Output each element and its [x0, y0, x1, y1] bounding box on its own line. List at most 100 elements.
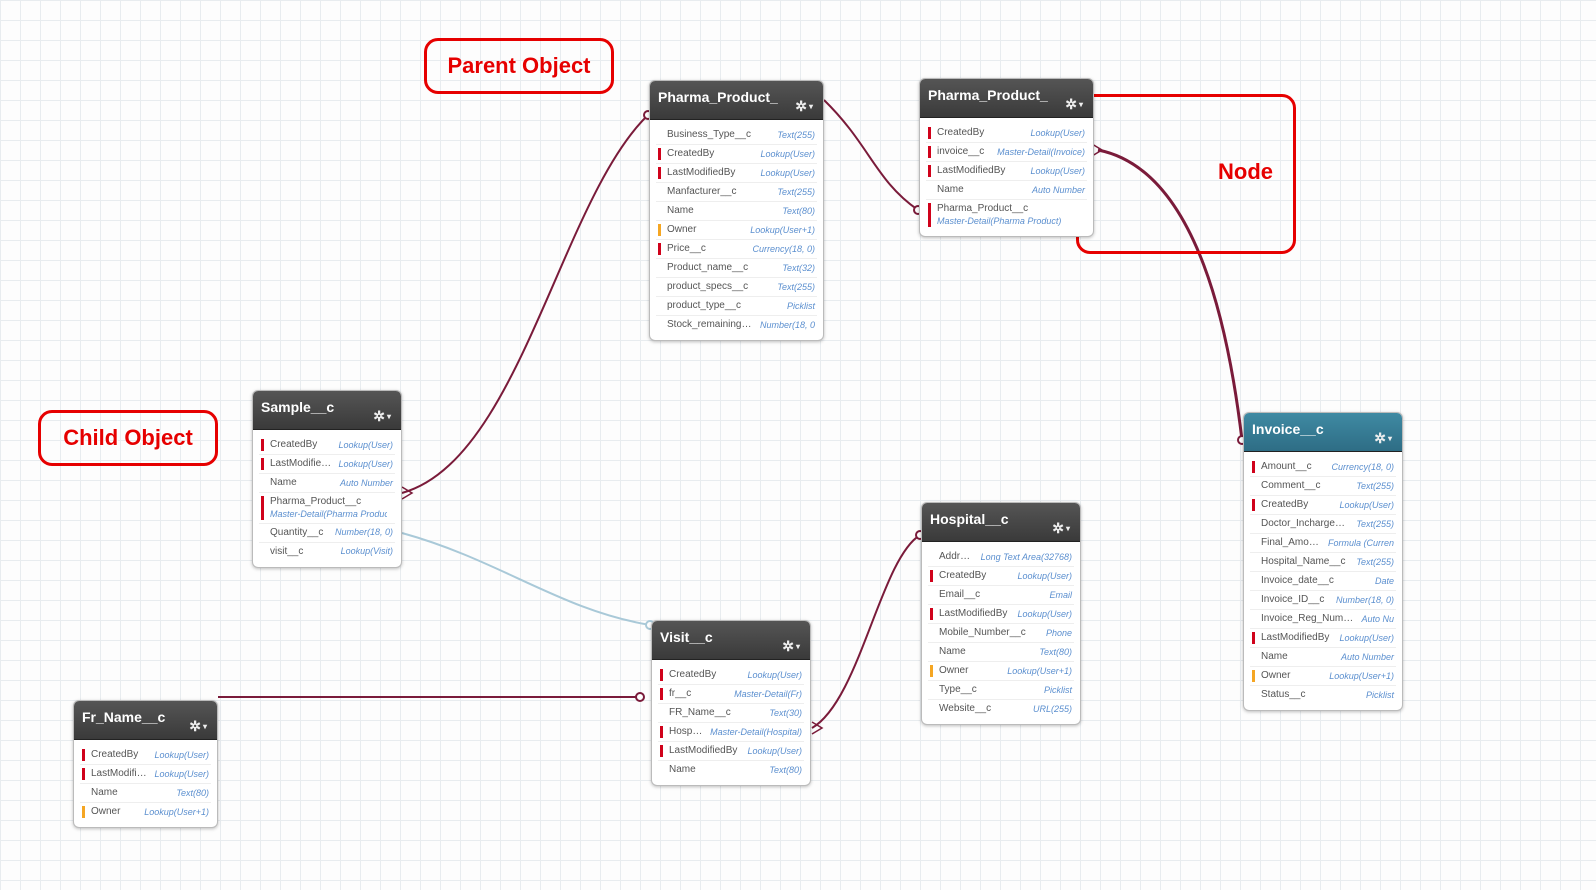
field-name: CreatedBy	[91, 749, 148, 761]
field-type: Lookup(User)	[1339, 500, 1394, 511]
field-row[interactable]: invoice__cMaster-Detail(Invoice)	[926, 143, 1087, 162]
field-name: invoice__c	[937, 146, 991, 158]
field-row[interactable]: CreatedByLookup(User)	[658, 666, 804, 685]
field-row[interactable]: Website__cURL(255)	[928, 700, 1074, 718]
field-row[interactable]: CreatedByLookup(User)	[1250, 496, 1396, 515]
field-row[interactable]: Business_Type__cText(255)	[656, 126, 817, 145]
entity-pharma-product-1[interactable]: Pharma_Product_ ✲▾ Business_Type__cText(…	[649, 80, 824, 341]
chevron-down-icon: ▾	[1066, 524, 1070, 533]
entity-header[interactable]: Pharma_Product_ ✲▾	[920, 79, 1093, 118]
field-flag-bar	[660, 669, 663, 681]
field-row[interactable]: OwnerLookup(User+1)	[1250, 667, 1396, 686]
field-name: LastModifiedBy	[667, 167, 754, 179]
field-row[interactable]: Invoice_Reg_Number__cAuto Nu	[1250, 610, 1396, 629]
field-row[interactable]: NameAuto Number	[259, 474, 395, 493]
field-row[interactable]: CreatedByLookup(User)	[928, 567, 1074, 586]
field-row[interactable]: CreatedByLookup(User)	[926, 124, 1087, 143]
field-flag-bar	[928, 127, 931, 139]
field-row[interactable]: Product_name__cText(32)	[656, 259, 817, 278]
field-row[interactable]: product_specs__cText(255)	[656, 278, 817, 297]
field-row[interactable]: OwnerLookup(User+1)	[928, 662, 1074, 681]
field-row[interactable]: Invoice_date__cDate	[1250, 572, 1396, 591]
entity-visit[interactable]: Visit__c ✲▾ CreatedByLookup(User)fr__cMa…	[651, 620, 811, 786]
field-row[interactable]: LastModifiedByLookup(User)	[259, 455, 395, 474]
field-row[interactable]: visit__cLookup(Visit)	[259, 543, 395, 561]
field-row[interactable]: OwnerLookup(User+1)	[80, 803, 211, 821]
field-row[interactable]: fr__cMaster-Detail(Fr)	[658, 685, 804, 704]
entity-header[interactable]: Visit__c ✲▾	[652, 621, 810, 660]
field-name: LastModifiedBy	[91, 768, 148, 780]
gear-menu[interactable]: ✲▾	[189, 718, 207, 735]
entity-fields: CreatedByLookup(User)fr__cMaster-Detail(…	[652, 660, 810, 785]
gear-menu[interactable]: ✲▾	[782, 638, 800, 655]
field-row[interactable]: Mobile_Number__cPhone	[928, 624, 1074, 643]
entity-hospital[interactable]: Hospital__c ✲▾ Address__cLong Text Area(…	[921, 502, 1081, 725]
field-row[interactable]: Invoice_ID__cNumber(18, 0)	[1250, 591, 1396, 610]
gear-menu[interactable]: ✲▾	[1065, 96, 1083, 113]
callout-parent-object: Parent Object	[424, 38, 614, 94]
field-row[interactable]: LastModifiedByLookup(User)	[926, 162, 1087, 181]
field-type: Auto Number	[340, 478, 393, 489]
field-row[interactable]: Doctor_Incharge__cText(255)	[1250, 515, 1396, 534]
field-row[interactable]: NameText(80)	[658, 761, 804, 779]
field-row[interactable]: Hospital__cMaster-Detail(Hospital)	[658, 723, 804, 742]
field-type: Lookup(User+1)	[750, 225, 815, 236]
gear-icon: ✲	[1065, 96, 1077, 113]
field-row[interactable]: OwnerLookup(User+1)	[656, 221, 817, 240]
field-row[interactable]: Price__cCurrency(18, 0)	[656, 240, 817, 259]
field-flag-bar	[928, 165, 931, 177]
field-row[interactable]: NameAuto Number	[1250, 648, 1396, 667]
field-row[interactable]: NameText(80)	[656, 202, 817, 221]
field-row[interactable]: LastModifiedByLookup(User)	[80, 765, 211, 784]
field-row[interactable]: LastModifiedByLookup(User)	[1250, 629, 1396, 648]
field-row[interactable]: Status__cPicklist	[1250, 686, 1396, 704]
field-row[interactable]: Final_Amount__cFormula (Curren	[1250, 534, 1396, 553]
field-row[interactable]: Hospital_Name__cText(255)	[1250, 553, 1396, 572]
entity-header[interactable]: Pharma_Product_ ✲▾	[650, 81, 823, 120]
field-flag-bar	[261, 527, 264, 539]
callout-child-object: Child Object	[38, 410, 218, 466]
field-row[interactable]: Type__cPicklist	[928, 681, 1074, 700]
field-row[interactable]: LastModifiedByLookup(User)	[656, 164, 817, 183]
gear-menu[interactable]: ✲▾	[795, 98, 813, 115]
entity-header[interactable]: Invoice__c ✲▾	[1244, 413, 1402, 452]
field-name: Owner	[91, 806, 138, 818]
field-row[interactable]: LastModifiedByLookup(User)	[928, 605, 1074, 624]
entity-invoice[interactable]: Invoice__c ✲▾ Amount__cCurrency(18, 0)Co…	[1243, 412, 1403, 711]
field-name: product_specs__c	[667, 281, 771, 293]
entity-fr-name[interactable]: Fr_Name__c ✲▾ CreatedByLookup(User)LastM…	[73, 700, 218, 828]
field-row[interactable]: LastModifiedByLookup(User)	[658, 742, 804, 761]
gear-icon: ✲	[1052, 520, 1064, 537]
entity-header[interactable]: Fr_Name__c ✲▾	[74, 701, 217, 740]
field-row[interactable]: CreatedByLookup(User)	[656, 145, 817, 164]
field-row[interactable]: Stock_remaining__cNumber(18, 0	[656, 316, 817, 334]
gear-menu[interactable]: ✲▾	[1052, 520, 1070, 537]
field-name: product_type__c	[667, 300, 781, 312]
field-row[interactable]: Amount__cCurrency(18, 0)	[1250, 458, 1396, 477]
field-type: Text(80)	[782, 206, 815, 217]
field-type: Auto Number	[1032, 185, 1085, 196]
field-row[interactable]: Pharma_Product__cMaster-Detail(Pharma Pr…	[259, 493, 395, 524]
entity-sample[interactable]: Sample__c ✲▾ CreatedByLookup(User)LastMo…	[252, 390, 402, 568]
field-row[interactable]: Comment__cText(255)	[1250, 477, 1396, 496]
entity-header[interactable]: Sample__c ✲▾	[253, 391, 401, 430]
gear-menu[interactable]: ✲▾	[1374, 430, 1392, 447]
field-flag-bar	[660, 764, 663, 776]
field-flag-bar	[658, 205, 661, 217]
field-name: Type__c	[939, 684, 1038, 696]
field-row[interactable]: product_type__cPicklist	[656, 297, 817, 316]
field-row[interactable]: FR_Name__cText(30)	[658, 704, 804, 723]
gear-menu[interactable]: ✲▾	[373, 408, 391, 425]
field-row[interactable]: NameAuto Number	[926, 181, 1087, 200]
entity-pharma-product-2[interactable]: Pharma_Product_ ✲▾ CreatedByLookup(User)…	[919, 78, 1094, 237]
entity-header[interactable]: Hospital__c ✲▾	[922, 503, 1080, 542]
field-row[interactable]: Email__cEmail	[928, 586, 1074, 605]
field-row[interactable]: NameText(80)	[928, 643, 1074, 662]
field-row[interactable]: NameText(80)	[80, 784, 211, 803]
field-row[interactable]: CreatedByLookup(User)	[259, 436, 395, 455]
field-row[interactable]: Address__cLong Text Area(32768)	[928, 548, 1074, 567]
field-row[interactable]: CreatedByLookup(User)	[80, 746, 211, 765]
field-row[interactable]: Manfacturer__cText(255)	[656, 183, 817, 202]
field-row[interactable]: Pharma_Product__cMaster-Detail(Pharma Pr…	[926, 200, 1087, 230]
field-row[interactable]: Quantity__cNumber(18, 0)	[259, 524, 395, 543]
